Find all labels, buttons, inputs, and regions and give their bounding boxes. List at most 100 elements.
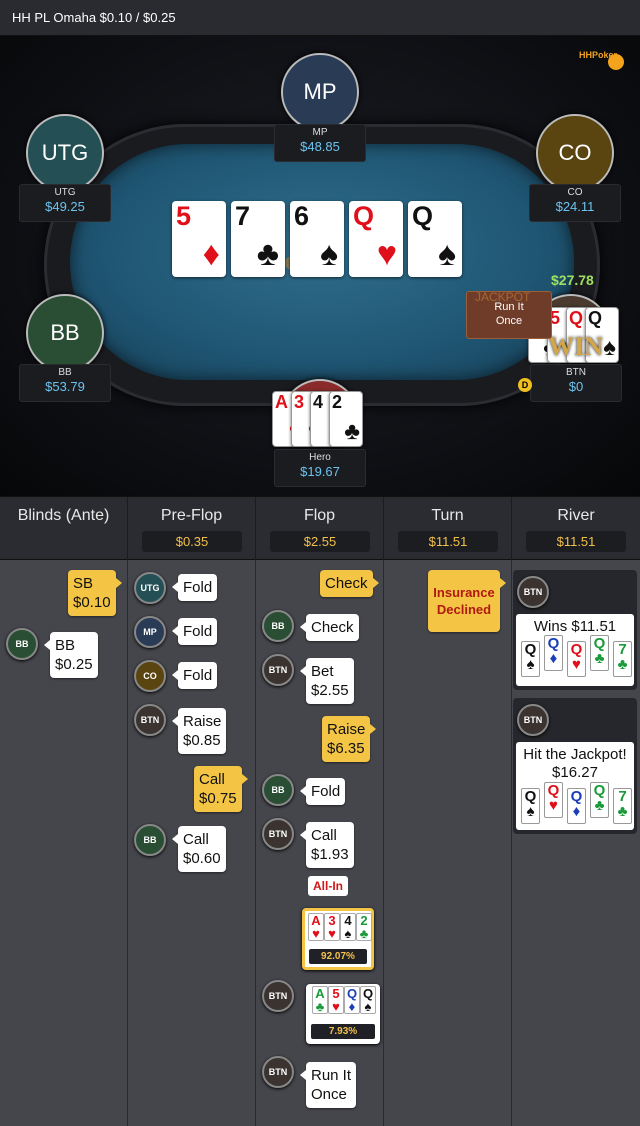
board-card: 5 ♦ bbox=[172, 201, 226, 277]
btn-bet-bubble: Bet $2.55 bbox=[300, 658, 354, 704]
bb-chip-icon: BB bbox=[262, 774, 294, 806]
result-card: Q ♦ bbox=[544, 635, 563, 671]
seat-mp-name: MP bbox=[312, 127, 328, 138]
jackpot-panel: BTN Hit the Jackpot! $16.27 Q ♠ Q ♥ Q ♦ Q ♣ 7 ♣ bbox=[513, 698, 637, 834]
board-card: 6 ♠ bbox=[290, 201, 344, 277]
result-card-suit-icon: ♣ bbox=[594, 650, 605, 667]
card-suit-icon: ♠ bbox=[437, 235, 456, 273]
jackpot-card: Hit the Jackpot! $16.27 Q ♠ Q ♥ Q ♦ Q ♣ 7 ♣ bbox=[516, 742, 634, 830]
seat-mp-nameplate: MP $48.85 bbox=[274, 124, 366, 162]
street-pot: $11.51 bbox=[398, 531, 498, 552]
run-it-once-text: Run It Once bbox=[494, 301, 524, 327]
street-name: River bbox=[557, 507, 595, 524]
mini-card-suit-icon: ♥ bbox=[328, 926, 336, 941]
card-rank: Q bbox=[412, 201, 434, 231]
result-card-rank: Q bbox=[593, 782, 606, 799]
street-header: Pre-Flop $0.35 bbox=[128, 497, 256, 561]
card-rank: Q bbox=[569, 308, 584, 328]
btn-equity-box: A ♣ 5 ♥ Q ♦ Q ♠ 7.93% bbox=[306, 984, 380, 1044]
btn-equity-cards: A ♣ 5 ♥ Q ♦ Q ♠ bbox=[306, 984, 380, 1014]
result-card: Q ♠ bbox=[521, 641, 540, 677]
card-rank: Q bbox=[353, 201, 375, 231]
result-card-suit-icon: ♥ bbox=[572, 656, 581, 673]
all-in-badge: All-In bbox=[308, 876, 348, 896]
card-suit-icon: ♣ bbox=[256, 235, 279, 273]
btn-chip-icon: BTN bbox=[262, 654, 294, 686]
street-header-row: Blinds (Ante) Pre-Flop $0.35 Flop $2.55 Turn $… bbox=[0, 496, 640, 561]
mp-chip-icon: MP bbox=[134, 616, 166, 648]
result-card: Q ♠ bbox=[521, 788, 540, 824]
seat-mp-avatar[interactable]: MP bbox=[281, 53, 359, 131]
result-card-rank: Q bbox=[524, 788, 537, 805]
seat-co-name: CO bbox=[567, 187, 583, 198]
mini-card: 2 ♣ bbox=[356, 913, 372, 941]
seat-co-avatar[interactable]: CO bbox=[536, 114, 614, 192]
mini-card-suit-icon: ♣ bbox=[315, 999, 325, 1014]
seat-utg-avatar[interactable]: UTG bbox=[26, 114, 104, 192]
card-rank: 3 bbox=[294, 392, 305, 412]
card-suit-icon: ♥ bbox=[376, 235, 397, 273]
mini-card: Q ♠ bbox=[360, 986, 376, 1014]
seat-bb-avatar-label: BB bbox=[50, 320, 80, 345]
seat-mp-avatar-label: MP bbox=[303, 79, 337, 104]
hero-check-bubble: Check bbox=[320, 570, 379, 597]
btn-chip-icon: BTN bbox=[517, 576, 549, 608]
street-name: Flop bbox=[303, 507, 336, 524]
result-card-rank: Q bbox=[547, 635, 560, 652]
river-wins-cards: Q ♠ Q ♦ Q ♥ Q ♣ 7 ♣ bbox=[516, 635, 634, 677]
result-card-rank: 7 bbox=[618, 641, 627, 658]
card-rank: 5 bbox=[176, 201, 192, 231]
card-rank: 6 bbox=[294, 201, 310, 231]
river-wins-text: Wins $11.51 bbox=[533, 618, 617, 635]
seat-utg-nameplate: UTG $49.25 bbox=[19, 184, 111, 222]
result-card-rank: Q bbox=[524, 641, 537, 658]
card-rank: Q bbox=[588, 308, 603, 328]
seat-utg-stack: $49.25 bbox=[45, 199, 85, 214]
river-wins-panel: BTN Wins $11.51 Q ♠ Q ♦ Q ♥ Q ♣ 7 ♣ bbox=[513, 570, 637, 690]
result-card-rank: Q bbox=[570, 641, 583, 658]
brand-mascot-icon bbox=[608, 54, 624, 70]
bb-check-bubble: Check bbox=[300, 614, 359, 641]
mini-card-suit-icon: ♦ bbox=[348, 999, 356, 1014]
game-title: HH PL Omaha $0.10 / $0.25 bbox=[12, 10, 176, 25]
seat-utg-avatar-label: UTG bbox=[41, 140, 89, 165]
mini-card: A ♥ bbox=[308, 913, 324, 941]
action-history[interactable]: SB $0.10 BB BB $0.25 UTG Fold MP Fold CO… bbox=[0, 560, 640, 1126]
bb-post-bubble: BB $0.25 bbox=[44, 632, 98, 678]
seat-hero-nameplate: Hero $19.67 bbox=[274, 449, 366, 487]
btn-raise-bubble: Raise $0.85 bbox=[171, 708, 227, 754]
mini-card-suit-icon: ♥ bbox=[332, 999, 340, 1014]
seat-bb-avatar[interactable]: BB bbox=[26, 294, 104, 372]
mini-card: A ♣ bbox=[312, 986, 328, 1014]
co-fold-bubble: Fold bbox=[171, 662, 218, 689]
btn-call-bubble: Call $1.93 bbox=[300, 822, 354, 868]
bb-chip-icon: BB bbox=[134, 824, 166, 856]
btn-chip-icon: BTN bbox=[517, 704, 549, 736]
seat-utg-name: UTG bbox=[54, 187, 76, 198]
result-card-suit-icon: ♣ bbox=[617, 656, 628, 673]
jackpot-text: Hit the Jackpot! $16.27 bbox=[523, 746, 627, 781]
street-header: Blinds (Ante) bbox=[0, 497, 128, 561]
top-bar: HH PL Omaha $0.10 / $0.25 bbox=[0, 0, 640, 36]
result-card-rank: 7 bbox=[618, 788, 627, 805]
column-turn bbox=[384, 560, 512, 1126]
btn-equity-value: 7.93% bbox=[311, 1024, 375, 1039]
btn-run-it-once-bubble: Run It Once bbox=[299, 1062, 357, 1108]
bb-call-bubble: Call $0.60 bbox=[172, 826, 226, 872]
result-card-suit-icon: ♦ bbox=[549, 650, 558, 667]
bb-chip-icon: BB bbox=[262, 610, 294, 642]
mp-fold-bubble: Fold bbox=[171, 618, 218, 645]
hero-raise-bubble: Raise $6.35 bbox=[322, 716, 377, 762]
co-chip-icon: CO bbox=[134, 660, 166, 692]
sb-post-bubble: SB $0.10 bbox=[68, 570, 122, 616]
street-pot: $11.51 bbox=[526, 531, 626, 552]
run-it-once-badge: JACKPOT Run It Once bbox=[466, 290, 552, 339]
result-card-rank: Q bbox=[593, 635, 606, 652]
street-header: River $11.51 bbox=[512, 497, 640, 561]
street-pot: $2.55 bbox=[270, 531, 370, 552]
card-rank: 2 bbox=[332, 392, 343, 412]
mini-card: 3 ♥ bbox=[324, 913, 340, 941]
mini-card: 4 ♠ bbox=[340, 913, 356, 941]
street-pot: $0.35 bbox=[142, 531, 242, 552]
result-card: Q ♥ bbox=[544, 782, 563, 818]
